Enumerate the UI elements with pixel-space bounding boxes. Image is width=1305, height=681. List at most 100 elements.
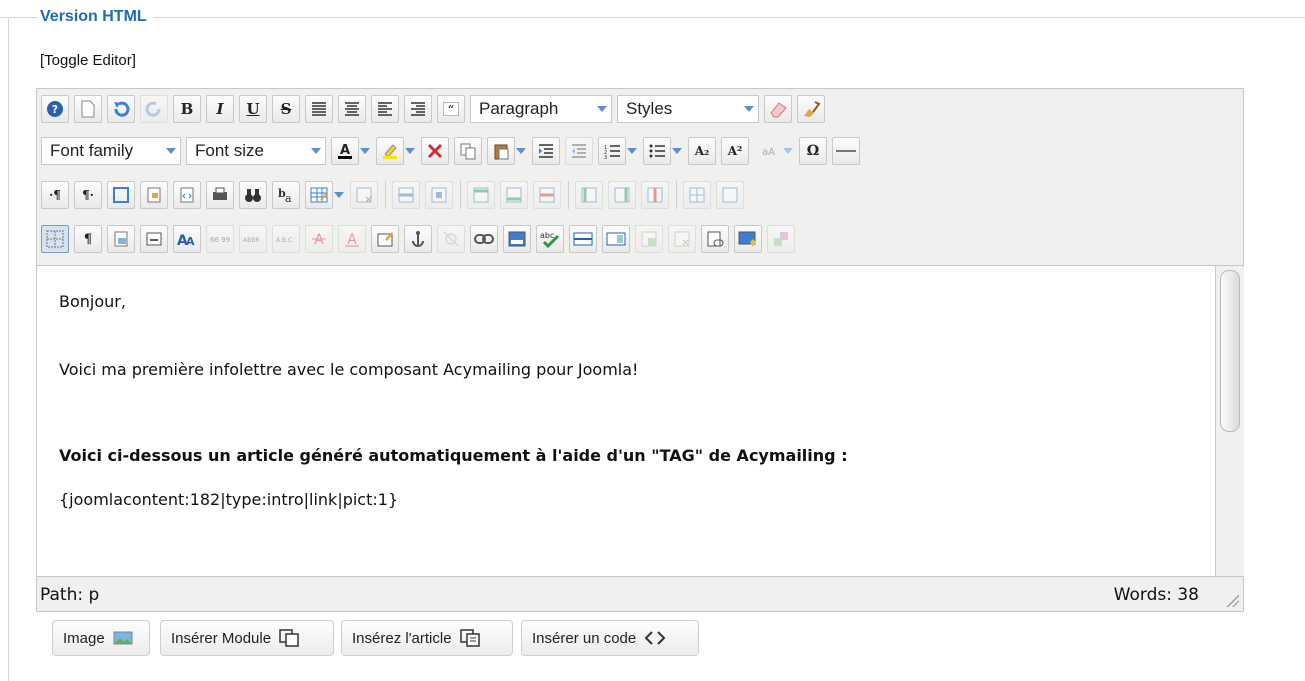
paste-split[interactable] bbox=[487, 137, 527, 165]
print-button[interactable] bbox=[206, 181, 234, 209]
outdent-button[interactable] bbox=[565, 137, 593, 165]
rtl-button[interactable]: ¶· bbox=[74, 181, 102, 209]
editor-content[interactable]: Bonjour, Voici ma première infolettre av… bbox=[37, 265, 1215, 576]
insert-layer-button[interactable] bbox=[140, 225, 168, 253]
insert-link-button[interactable] bbox=[701, 225, 729, 253]
ins-button[interactable]: A bbox=[338, 225, 366, 253]
horizontal-rule-button[interactable] bbox=[832, 137, 860, 165]
replace-button[interactable]: ba bbox=[272, 181, 300, 209]
abbr-button[interactable]: ABBR bbox=[239, 225, 267, 253]
unlink-button[interactable] bbox=[437, 225, 465, 253]
paste-dropdown[interactable] bbox=[515, 137, 527, 165]
paste-word-button[interactable] bbox=[635, 225, 663, 253]
redo-button[interactable] bbox=[140, 95, 168, 123]
row-before-button[interactable] bbox=[467, 181, 495, 209]
text-color-dropdown[interactable] bbox=[359, 137, 371, 165]
fullscreen-button[interactable] bbox=[107, 181, 135, 209]
copy-button[interactable] bbox=[454, 137, 482, 165]
bold-button[interactable]: B bbox=[173, 95, 201, 123]
insert-media-button[interactable] bbox=[734, 225, 762, 253]
col-after-button[interactable] bbox=[608, 181, 636, 209]
text-direction-dropdown[interactable] bbox=[782, 137, 794, 165]
bullet-list-button[interactable] bbox=[643, 137, 671, 165]
insert-module-button[interactable]: Insérer Module bbox=[160, 620, 334, 656]
search-replace-button[interactable] bbox=[239, 181, 267, 209]
page-break-button[interactable] bbox=[107, 225, 135, 253]
table-split[interactable] bbox=[305, 181, 345, 209]
toolbar-separator bbox=[460, 181, 461, 209]
insert-image-button[interactable] bbox=[503, 225, 531, 253]
attribs-button[interactable] bbox=[371, 225, 399, 253]
scrollbar-thumb[interactable] bbox=[1220, 270, 1240, 432]
split-cells-button[interactable] bbox=[683, 181, 711, 209]
styles-select[interactable]: Styles bbox=[617, 95, 759, 123]
highlight-color-split[interactable] bbox=[376, 137, 416, 165]
blocks-button[interactable] bbox=[767, 225, 795, 253]
align-justify-button[interactable] bbox=[305, 95, 333, 123]
new-document-button[interactable] bbox=[74, 95, 102, 123]
font-family-select[interactable]: Font family bbox=[41, 137, 181, 165]
font-size-select[interactable]: Font size bbox=[186, 137, 326, 165]
insert-hr-button[interactable] bbox=[569, 225, 597, 253]
insert-code-button[interactable]: Insérer un code bbox=[521, 620, 699, 656]
italic-button[interactable]: I bbox=[206, 95, 234, 123]
char-map-split[interactable]: aA bbox=[754, 137, 794, 165]
format-select[interactable]: Paragraph bbox=[470, 95, 612, 123]
delete-col-button[interactable] bbox=[641, 181, 669, 209]
delete-table-button[interactable] bbox=[350, 181, 378, 209]
styleprops-button[interactable]: AA bbox=[173, 225, 201, 253]
numbered-list-dropdown[interactable] bbox=[626, 137, 638, 165]
resize-grip-icon[interactable] bbox=[1225, 593, 1239, 607]
template-insert-button[interactable] bbox=[602, 225, 630, 253]
align-right-button[interactable] bbox=[404, 95, 432, 123]
insert-article-button[interactable]: Insérez l'article bbox=[341, 620, 513, 656]
col-before-button[interactable] bbox=[575, 181, 603, 209]
underline-button[interactable]: U bbox=[239, 95, 267, 123]
subscript-button[interactable]: A₂ bbox=[688, 137, 716, 165]
bullet-list-split[interactable] bbox=[643, 137, 683, 165]
indent-button[interactable] bbox=[532, 137, 560, 165]
cut-button[interactable] bbox=[421, 137, 449, 165]
delete-row-button[interactable] bbox=[533, 181, 561, 209]
superscript-button[interactable]: A² bbox=[721, 137, 749, 165]
toggle-editor-link[interactable]: [Toggle Editor] bbox=[40, 52, 136, 70]
merge-cells-button[interactable] bbox=[716, 181, 744, 209]
help-button[interactable]: ? bbox=[41, 95, 69, 123]
cell-props-button[interactable] bbox=[425, 181, 453, 209]
insert-image-action-button[interactable]: Image bbox=[52, 620, 150, 656]
bullet-list-dropdown[interactable] bbox=[671, 137, 683, 165]
strikethrough-button[interactable]: S bbox=[272, 95, 300, 123]
blockquote-button[interactable]: “ bbox=[437, 95, 465, 123]
numbered-list-button[interactable]: 123 bbox=[598, 137, 626, 165]
del-button[interactable]: A bbox=[305, 225, 333, 253]
ltr-button[interactable]: ·¶ bbox=[41, 181, 69, 209]
paste-button[interactable] bbox=[487, 137, 515, 165]
cite-button[interactable]: 66 99 bbox=[206, 225, 234, 253]
text-color-button[interactable]: A bbox=[331, 137, 359, 165]
acronym-button[interactable]: A.B.C. bbox=[272, 225, 300, 253]
text-color-split[interactable]: A bbox=[331, 137, 371, 165]
template-button[interactable] bbox=[173, 181, 201, 209]
paste-text-button[interactable] bbox=[668, 225, 696, 253]
special-char-button[interactable]: Ω bbox=[799, 137, 827, 165]
align-center-button[interactable] bbox=[338, 95, 366, 123]
text-direction-button[interactable]: aA bbox=[754, 137, 782, 165]
cleanup-button[interactable] bbox=[797, 95, 825, 123]
row-after-button[interactable] bbox=[500, 181, 528, 209]
link-button[interactable] bbox=[470, 225, 498, 253]
preview-button[interactable] bbox=[140, 181, 168, 209]
highlight-color-dropdown[interactable] bbox=[404, 137, 416, 165]
undo-button[interactable] bbox=[107, 95, 135, 123]
numbered-list-split[interactable]: 123 bbox=[598, 137, 638, 165]
table-dropdown[interactable] bbox=[333, 181, 345, 209]
vertical-scrollbar[interactable] bbox=[1215, 265, 1244, 576]
highlight-color-button[interactable] bbox=[376, 137, 404, 165]
remove-format-button[interactable] bbox=[764, 95, 792, 123]
align-left-button[interactable] bbox=[371, 95, 399, 123]
row-props-button[interactable] bbox=[392, 181, 420, 209]
insert-table-button[interactable] bbox=[305, 181, 333, 209]
spellcheck-button[interactable]: abc bbox=[536, 225, 564, 253]
show-blocks-button[interactable]: ¶ bbox=[74, 225, 102, 253]
anchor-button[interactable] bbox=[404, 225, 432, 253]
visual-aid-button[interactable] bbox=[41, 225, 69, 253]
